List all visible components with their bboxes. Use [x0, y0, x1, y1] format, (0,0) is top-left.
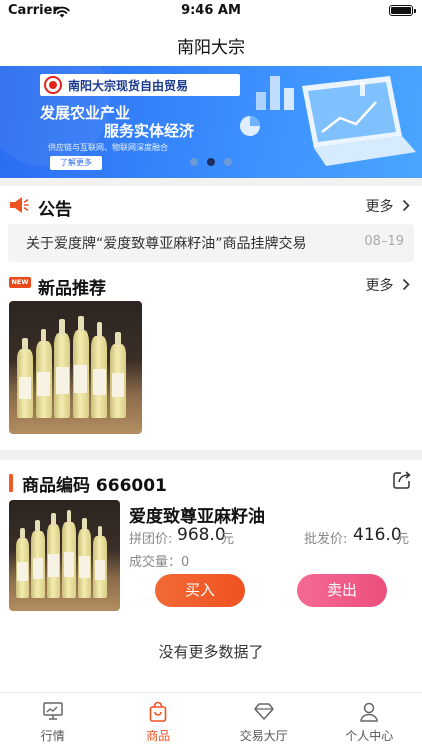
banner-slogan-2: 服务实体经济 — [104, 122, 195, 140]
buy-button[interactable]: 买入 — [155, 574, 245, 607]
product-image[interactable] — [9, 500, 120, 611]
shopping-bag-icon — [149, 701, 167, 722]
chevron-right-icon — [402, 199, 410, 212]
battery-icon — [389, 5, 416, 16]
notice-title: 公告 — [38, 200, 72, 220]
tab-bar: 行情 商品 交易大厅 个人中心 — [0, 692, 422, 750]
notice-header: 公告 更多 — [0, 186, 422, 226]
user-icon — [360, 702, 378, 722]
status-bar: Carrier 9:46 AM — [0, 0, 422, 22]
notice-more-label: 更多 — [365, 199, 394, 215]
diamond-icon — [254, 703, 274, 720]
laptop-chart-illustration — [240, 76, 416, 166]
new-products-more-label: 更多 — [365, 278, 394, 294]
new-badge-icon: NEW — [9, 277, 31, 288]
megaphone-icon — [10, 197, 29, 213]
carousel-dot-2[interactable] — [207, 158, 215, 166]
tab-market[interactable]: 行情 — [0, 693, 106, 750]
banner-slogan-3: 供应链与互联网、物联网深度融合 — [48, 143, 168, 152]
sell-button[interactable]: 卖出 — [297, 574, 387, 607]
share-icon[interactable] — [392, 470, 412, 490]
nav-bar: 南阳大宗 — [0, 22, 422, 66]
no-more-data-note: 没有更多数据了 — [158, 643, 264, 661]
notice-item-date: 08–19 — [364, 234, 404, 249]
group-price-value: 968.0 — [177, 525, 226, 545]
tab-profile-label: 个人中心 — [345, 729, 394, 743]
wholesale-price-label: 批发价: — [304, 532, 348, 547]
section-accent-bar — [9, 474, 13, 492]
tab-market-label: 行情 — [40, 729, 65, 743]
tab-products[interactable]: 商品 — [106, 693, 212, 750]
new-products-more-link[interactable]: 更多 — [366, 275, 410, 295]
notice-more-link[interactable]: 更多 — [366, 196, 410, 216]
product-code-header: 商品编码 666001 — [0, 466, 422, 500]
tab-trading-hall[interactable]: 交易大厅 — [211, 693, 317, 750]
section-divider — [0, 178, 422, 186]
monitor-icon — [43, 702, 63, 720]
section-divider — [0, 450, 422, 460]
product-name: 爱度致尊亚麻籽油 — [129, 507, 265, 527]
group-price-label: 拼团价: — [129, 532, 173, 547]
notice-item-text: 关于爱度牌“爱度致尊亚麻籽油”商品挂牌交易 — [26, 236, 307, 252]
wholesale-price-value: 416.0 — [353, 525, 402, 545]
tab-trading-hall-label: 交易大厅 — [239, 729, 288, 743]
page-title: 南阳大宗 — [177, 38, 245, 58]
carousel-dot-3[interactable] — [224, 158, 232, 166]
wholesale-price-unit: 元 — [396, 532, 410, 547]
clock: 9:46 AM — [181, 3, 241, 18]
trade-volume: 成交量：0 — [129, 555, 190, 570]
group-price-unit: 元 — [221, 532, 235, 547]
tab-profile[interactable]: 个人中心 — [317, 693, 422, 750]
promo-banner[interactable]: 南阳大宗现货自由贸易 发展农业产业 服务实体经济 供应链与互联网、物联网深度融合… — [0, 66, 422, 178]
banner-brand: 南阳大宗现货自由贸易 — [68, 79, 189, 93]
banner-learn-more-button[interactable]: 了解更多 — [50, 156, 102, 170]
product-code: 商品编码 666001 — [22, 476, 167, 496]
new-products-title: 新品推荐 — [38, 279, 106, 299]
new-product-image[interactable] — [9, 301, 142, 434]
carousel-dot-1[interactable] — [190, 158, 198, 166]
chevron-right-icon — [402, 278, 410, 291]
new-products-header: NEW 新品推荐 更多 — [0, 268, 422, 302]
notice-item[interactable]: 关于爱度牌“爱度致尊亚麻籽油”商品挂牌交易 08–19 — [8, 224, 414, 262]
brand-logo-icon — [44, 76, 62, 94]
tab-products-label: 商品 — [146, 729, 171, 743]
